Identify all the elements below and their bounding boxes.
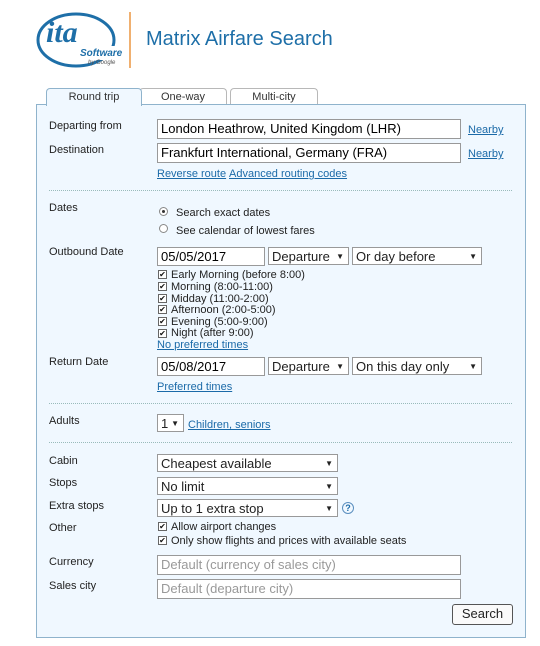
outbound-flex-value: Or day before: [356, 249, 436, 264]
divider: [49, 442, 512, 443]
chevron-down-icon: ▼: [336, 252, 344, 261]
allow-airport-changes-label: Allow airport changes: [171, 521, 277, 533]
chevron-down-icon: ▼: [325, 459, 333, 468]
time-early-morning-label: Early Morning (before 8:00): [171, 269, 305, 281]
chevron-down-icon: ▼: [171, 419, 179, 428]
tab-round-trip[interactable]: Round trip: [46, 88, 142, 106]
available-seats-label: Only show flights and prices with availa…: [171, 535, 407, 547]
chevron-down-icon: ▼: [325, 482, 333, 491]
checkbox-available-seats[interactable]: ✔: [158, 536, 167, 545]
return-date-label: Return Date: [49, 356, 109, 368]
reverse-route-link[interactable]: Reverse route: [157, 168, 226, 180]
no-preferred-times-link[interactable]: No preferred times: [157, 339, 248, 351]
tab-multi-city[interactable]: Multi-city: [230, 88, 318, 105]
departing-input[interactable]: London Heathrow, United Kingdom (LHR): [157, 119, 461, 139]
extra-stops-label: Extra stops: [49, 500, 105, 512]
chevron-down-icon: ▼: [325, 504, 333, 513]
radio-exact-dates-label: Search exact dates: [176, 207, 271, 219]
chevron-down-icon: ▼: [469, 362, 477, 371]
departing-label: Departing from: [49, 120, 122, 132]
sales-city-input[interactable]: Default (departure city): [157, 579, 461, 599]
cabin-label: Cabin: [49, 455, 78, 467]
preferred-times-link[interactable]: Preferred times: [157, 381, 232, 393]
outbound-date-input[interactable]: 05/05/2017: [157, 247, 265, 266]
divider: [49, 190, 512, 191]
return-flex-value: On this day only: [356, 359, 450, 374]
destination-input[interactable]: Frankfurt International, Germany (FRA): [157, 143, 461, 163]
adults-label: Adults: [49, 415, 80, 427]
checkbox-morning[interactable]: ✔: [158, 282, 167, 291]
extra-stops-value: Up to 1 extra stop: [161, 501, 264, 516]
currency-input[interactable]: Default (currency of sales city): [157, 555, 461, 575]
stops-value: No limit: [161, 479, 205, 494]
dates-label: Dates: [49, 202, 78, 214]
chevron-down-icon: ▼: [336, 362, 344, 371]
checkbox-night[interactable]: ✔: [158, 329, 167, 338]
extra-stops-select[interactable]: Up to 1 extra stop ▼: [157, 499, 338, 517]
destination-label: Destination: [49, 144, 105, 156]
radio-calendar[interactable]: [159, 224, 168, 233]
time-afternoon-label: Afternoon (2:00-5:00): [171, 304, 276, 316]
advanced-routing-link[interactable]: Advanced routing codes: [229, 168, 347, 180]
radio-calendar-label: See calendar of lowest fares: [176, 225, 315, 237]
sales-city-label: Sales city: [49, 580, 97, 592]
checkbox-evening[interactable]: ✔: [158, 317, 167, 326]
return-flex-select[interactable]: On this day only ▼: [352, 357, 482, 375]
checkbox-midday[interactable]: ✔: [158, 294, 167, 303]
checkbox-allow-airport-changes[interactable]: ✔: [158, 522, 167, 531]
tab-one-way[interactable]: One-way: [139, 88, 227, 105]
search-button[interactable]: Search: [452, 604, 513, 625]
outbound-type-select[interactable]: Departure ▼: [268, 247, 349, 265]
divider: [49, 403, 512, 404]
adults-select[interactable]: 1 ▼: [157, 414, 184, 432]
time-morning-label: Morning (8:00-11:00): [171, 281, 273, 293]
cabin-select[interactable]: Cheapest available ▼: [157, 454, 338, 472]
other-label: Other: [49, 522, 77, 534]
adults-value: 1: [161, 416, 169, 431]
page-title: Matrix Airfare Search: [146, 28, 333, 50]
children-seniors-link[interactable]: Children, seniors: [188, 419, 271, 431]
header-divider: [129, 12, 131, 68]
logo-text: ita: [46, 16, 78, 49]
return-type-value: Departure: [272, 359, 330, 374]
time-night-label: Night (after 9:00): [171, 327, 254, 339]
stops-select[interactable]: No limit ▼: [157, 477, 338, 495]
nearby-link-destination[interactable]: Nearby: [468, 148, 503, 160]
outbound-date-label: Outbound Date: [49, 246, 124, 258]
cabin-value: Cheapest available: [161, 456, 272, 471]
return-date-input[interactable]: 05/08/2017: [157, 357, 265, 376]
ita-software-logo: ita Software by Google: [36, 10, 128, 72]
radio-exact-dates[interactable]: [159, 207, 168, 216]
help-icon[interactable]: ?: [342, 502, 354, 514]
return-type-select[interactable]: Departure ▼: [268, 357, 349, 375]
currency-label: Currency: [49, 556, 94, 568]
checkbox-early-morning[interactable]: ✔: [158, 270, 167, 279]
chevron-down-icon: ▼: [469, 252, 477, 261]
logo-subtext: Software: [80, 48, 123, 59]
logo-byline: by Google: [88, 60, 116, 66]
stops-label: Stops: [49, 477, 78, 489]
outbound-type-value: Departure: [272, 249, 330, 264]
outbound-flex-select[interactable]: Or day before ▼: [352, 247, 482, 265]
checkbox-afternoon[interactable]: ✔: [158, 305, 167, 314]
nearby-link-origin[interactable]: Nearby: [468, 124, 503, 136]
